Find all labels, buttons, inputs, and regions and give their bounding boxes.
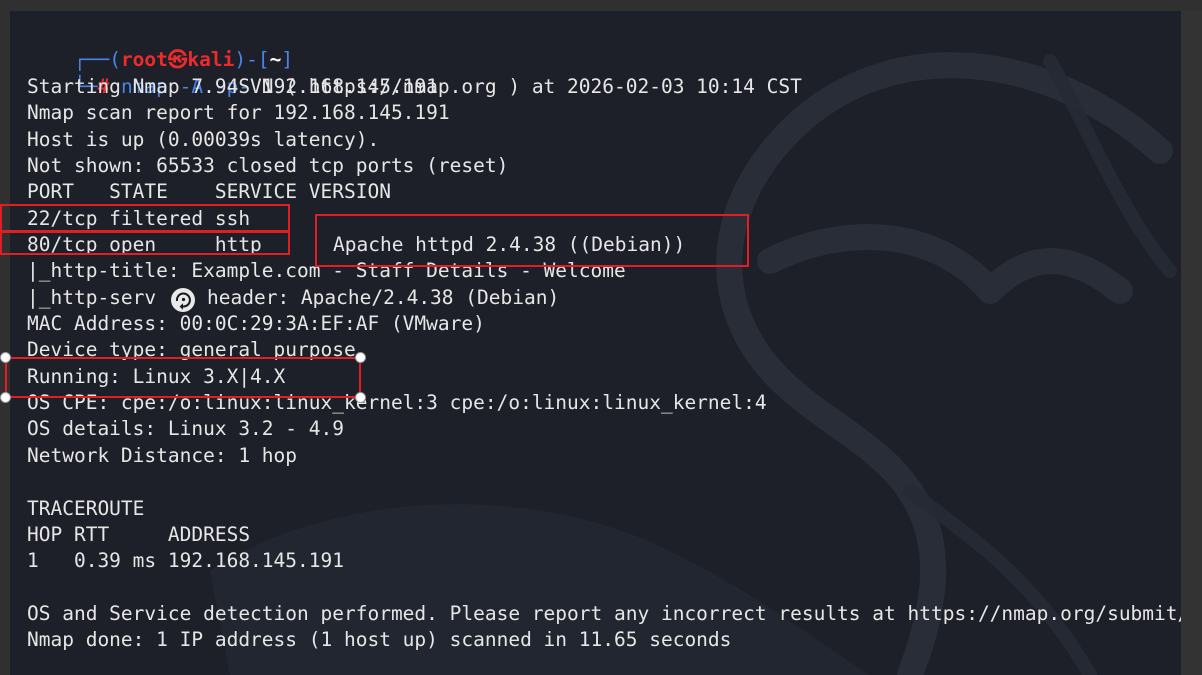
output-detection-note: OS and Service detection performed. Plea… [27,602,1181,625]
output-host-up: Host is up (0.00039s latency). [27,128,380,151]
output-network-distance: Network Distance: 1 hop [27,444,298,467]
output-traceroute: TRACEROUTE [27,497,145,520]
http-server-suffix: header: Apache/2.4.38 (Debian) [207,286,560,309]
resize-handle-bottom-right[interactable] [355,392,366,403]
resize-handle-bottom-left[interactable] [0,392,11,403]
resize-handle-top-left[interactable] [0,352,11,363]
vertical-scrollbar[interactable] [1181,11,1202,675]
annotation-box-apache-version[interactable] [315,214,749,267]
command-line[interactable]: └─# nmap -A -p- 192.168.145.191 [27,48,438,98]
terminal-window[interactable]: ┌──(root㉿kali)-[~] └─# nmap -A -p- 192.1… [10,11,1181,675]
output-not-shown: Not shown: 65533 closed tcp ports (reset… [27,154,509,177]
output-http-server: |_http-serv header: Apache/2.4.38 (Debian… [27,285,559,311]
rotate-cursor-icon [171,288,195,312]
output-start: Starting Nmap 7.94SVN ( https://nmap.org… [27,75,802,98]
annotation-box-running-selected[interactable] [5,357,361,398]
output-os-details: OS details: Linux 3.2 - 4.9 [27,417,344,440]
prompt-line-1: ┌──(root㉿kali)-[~] [27,21,293,71]
resize-handle-top-right[interactable] [355,352,366,363]
http-server-prefix: |_http-serv [27,286,157,309]
annotation-box-port-22[interactable] [0,204,290,233]
output-report: Nmap scan report for 192.168.145.191 [27,101,450,124]
output-port-header: PORT STATE SERVICE VERSION [27,180,391,203]
annotation-box-port-80[interactable] [0,230,290,255]
output-done: Nmap done: 1 IP address (1 host up) scan… [27,628,732,651]
output-trace-header: HOP RTT ADDRESS [27,523,251,546]
output-mac: MAC Address: 00:0C:29:3A:EF:AF (VMware) [27,312,485,335]
output-trace-row: 1 0.39 ms 192.168.145.191 [27,549,344,572]
